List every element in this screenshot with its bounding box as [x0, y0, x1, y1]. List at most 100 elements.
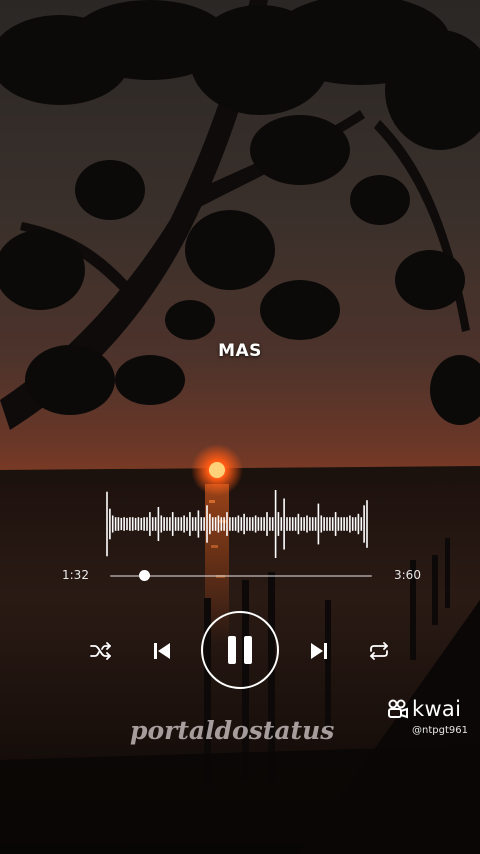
waveform-bar: [263, 517, 265, 531]
waveform-bar: [197, 510, 200, 538]
waveform-bar: [229, 517, 231, 531]
waveform-bar: [137, 517, 140, 531]
video-screen: MAS 1:32 3:60 portaldostatus kwai @ntpgt…: [0, 0, 480, 854]
waveform-bar: [203, 517, 205, 531]
lyric-text: MAS: [218, 341, 262, 361]
waveform-bar: [343, 517, 345, 531]
waveform-bar: [257, 517, 260, 531]
waveform-bar: [154, 517, 157, 531]
skip-previous-icon: [154, 643, 170, 659]
waveform-bar: [274, 490, 277, 558]
waveform-bar: [329, 517, 331, 531]
kwai-user-handle: @ntpgt961: [412, 725, 468, 736]
waveform-bar: [300, 517, 303, 531]
waveform-bar: [120, 517, 123, 531]
waveform-bar: [106, 491, 108, 557]
waveform-bar: [334, 512, 337, 536]
kwai-logo: kwai: [387, 697, 461, 721]
waveform-bar: [354, 517, 357, 531]
waveform-bar: [171, 512, 174, 536]
waveform-bar: [111, 515, 114, 533]
waveform-bar: [366, 500, 368, 548]
waveform-bar: [297, 513, 300, 535]
waveform-bar: [194, 517, 197, 531]
waveform-bar: [180, 517, 183, 531]
waveform-bar: [169, 517, 171, 531]
next-button[interactable]: [307, 639, 331, 663]
waveform-bar: [206, 505, 208, 543]
waveform-bar: [266, 512, 268, 536]
waveform-bar: [323, 517, 325, 531]
waveform-bar: [314, 517, 317, 531]
waveform-bar: [249, 517, 251, 531]
waveform-bar: [243, 513, 245, 535]
waveform-bar: [357, 513, 360, 535]
waveform-bar: [214, 517, 217, 531]
waveform-bar: [143, 517, 145, 531]
waveform-bar: [286, 517, 288, 531]
waveform-bar: [166, 517, 168, 531]
waveform-bar: [317, 503, 320, 545]
waveform-bar: [131, 517, 134, 531]
waveform-bar: [271, 517, 274, 531]
waveform-bar: [289, 517, 291, 531]
waveform-bar: [146, 517, 148, 531]
waveform-bar: [157, 507, 160, 541]
waveform-bar: [280, 517, 283, 531]
waveform-bar: [306, 515, 308, 533]
waveform-bar: [231, 517, 234, 531]
waveform-bar: [349, 515, 351, 533]
waveform-bar: [226, 512, 228, 536]
waveform-bar: [283, 498, 285, 550]
kwai-logo-icon: [388, 699, 408, 719]
waveform-bar: [174, 517, 177, 531]
waveform-bar: [183, 515, 185, 533]
waveform-bar: [363, 505, 365, 543]
waveform-bar: [246, 517, 248, 531]
skip-next-icon: [311, 643, 327, 659]
pause-button[interactable]: [201, 611, 279, 689]
waveform-bar: [151, 517, 154, 531]
waveform-bar: [311, 517, 314, 531]
waveform-bar: [134, 517, 137, 531]
waveform-bar: [303, 517, 305, 531]
total-time: 3:60: [394, 568, 421, 582]
waveform-bar: [140, 517, 143, 531]
waveform-bar: [191, 517, 194, 531]
waveform-bar: [309, 517, 311, 531]
waveform-bar: [351, 517, 354, 531]
waveform-bar: [291, 517, 294, 531]
waveform-bar: [114, 517, 117, 531]
waveform-bar: [326, 517, 328, 531]
kwai-brand-text: kwai: [412, 697, 462, 721]
current-time: 1:32: [62, 568, 89, 582]
shuffle-button[interactable]: [88, 640, 114, 662]
shuffle-icon: [90, 642, 111, 660]
waveform-bar: [129, 517, 131, 531]
waveform-bar: [189, 512, 191, 536]
waveform-bar: [234, 517, 237, 531]
waveform-bar: [346, 517, 348, 531]
waveform-bar: [254, 515, 257, 533]
previous-button[interactable]: [150, 639, 174, 663]
audio-waveform: [106, 490, 368, 558]
waveform-bar: [177, 517, 180, 531]
waveform-bar: [160, 515, 163, 533]
waveform-bar: [109, 508, 111, 540]
waveform-bar: [340, 517, 343, 531]
waveform-bar: [269, 517, 271, 531]
waveform-bar: [294, 517, 297, 531]
waveform-bar: [360, 517, 363, 531]
waveform-bar: [237, 515, 240, 533]
waveform-bar: [200, 517, 203, 531]
waveform-bar: [149, 512, 151, 536]
waveform-bar: [209, 513, 211, 535]
waveform-bar: [126, 517, 128, 531]
waveform-bar: [251, 517, 254, 531]
waveform-bar: [117, 517, 120, 531]
repeat-button[interactable]: [366, 640, 392, 662]
waveform-bar: [123, 517, 125, 531]
repeat-icon: [370, 642, 388, 660]
progress-handle[interactable]: [138, 570, 150, 581]
waveform-bar: [220, 517, 223, 531]
